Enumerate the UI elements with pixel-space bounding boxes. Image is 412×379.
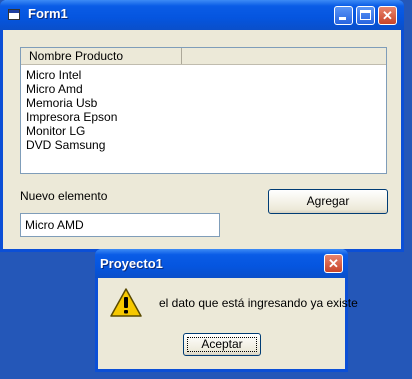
- dialog-close-button[interactable]: ✕: [324, 254, 343, 273]
- form-icon: [8, 9, 20, 20]
- close-icon: ✕: [382, 8, 393, 23]
- minimize-button[interactable]: [334, 6, 353, 25]
- list-item[interactable]: Monitor LG: [26, 124, 117, 138]
- dialog-title: Proyecto1: [100, 256, 163, 271]
- message-dialog: Proyecto1 ✕ el dato que está ingresando …: [95, 249, 358, 372]
- list-item[interactable]: DVD Samsung: [26, 138, 117, 152]
- aceptar-button[interactable]: Aceptar: [183, 333, 261, 356]
- list-item[interactable]: Micro Intel: [26, 68, 117, 82]
- maximize-icon: [360, 10, 371, 20]
- close-icon: ✕: [328, 256, 339, 271]
- window-title: Form1: [28, 6, 68, 21]
- form1-titlebar[interactable]: Form1 ✕: [0, 0, 404, 30]
- dialog-message: el dato que está ingresando ya existe: [159, 296, 358, 310]
- product-listview[interactable]: Nombre Producto Micro Intel Micro Amd Memo…: [20, 47, 387, 174]
- nuevo-elemento-label: Nuevo elemento: [20, 189, 108, 203]
- agregar-button[interactable]: Agregar: [268, 189, 388, 214]
- column-nombre-producto[interactable]: Nombre Producto: [21, 48, 182, 64]
- listview-header: Nombre Producto: [21, 48, 386, 65]
- form1-window: Form1 ✕ Nombre Producto Micro Intel Micro…: [0, 0, 404, 252]
- nuevo-elemento-input[interactable]: [20, 213, 220, 237]
- maximize-button[interactable]: [356, 6, 375, 25]
- warning-icon: [110, 288, 142, 317]
- list-item[interactable]: Impresora Epson: [26, 110, 117, 124]
- listview-rows: Micro Intel Micro Amd Memoria Usb Impresora…: [26, 68, 117, 152]
- column-empty[interactable]: [182, 48, 386, 64]
- minimize-icon: [339, 17, 346, 20]
- list-item[interactable]: Memoria Usb: [26, 96, 117, 110]
- dialog-titlebar[interactable]: Proyecto1 ✕: [95, 249, 348, 278]
- close-button[interactable]: ✕: [378, 6, 397, 25]
- list-item[interactable]: Micro Amd: [26, 82, 117, 96]
